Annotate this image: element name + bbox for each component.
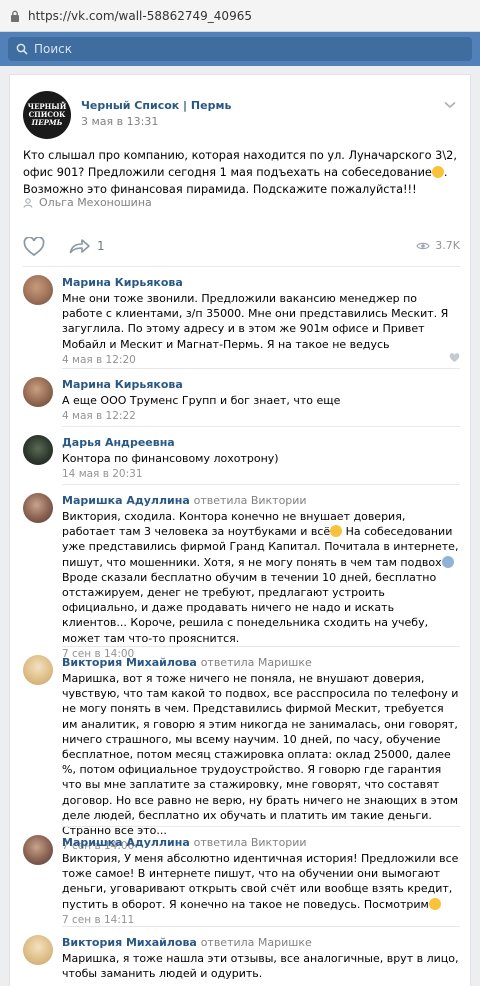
- avatar[interactable]: [23, 935, 53, 965]
- comment-text-part-1: Виктория, У меня абсолютно идентичная ис…: [62, 852, 459, 911]
- comment-item: Виктория Михайлова ответила Маришке Мари…: [23, 935, 460, 986]
- comment-text: Контора по финансовому лохотрону): [62, 452, 279, 465]
- comment-date[interactable]: 4 мая в 12:20: [62, 352, 460, 368]
- post-card: ЧЕРНЫЙ СПИСОК ПЕРМЬ Черный Список | Перм…: [9, 74, 471, 986]
- post-text: Кто слышал про компанию, которая находит…: [23, 147, 463, 198]
- reply-to-link[interactable]: ответила Маришке: [201, 936, 312, 949]
- post-header: ЧЕРНЫЙ СПИСОК ПЕРМЬ Черный Список | Перм…: [23, 91, 460, 141]
- comment-author[interactable]: Марина Кирьякова: [62, 275, 460, 291]
- smile-emoji-icon: [428, 897, 441, 910]
- search-icon: [16, 43, 28, 55]
- comment-body: Дарья Андреевна Контора по финансовому л…: [62, 435, 460, 482]
- comment-text: Маришка, вот я тоже ничего не поняла, не…: [62, 672, 459, 838]
- comment-item: Марина Кирьякова А еще ООО Труменс Групп…: [23, 377, 460, 423]
- smile-emoji-icon: [330, 525, 343, 538]
- avatar[interactable]: [23, 435, 53, 465]
- comment-body: Виктория Михайлова ответила Маришке Мари…: [62, 935, 460, 981]
- post-actions: 1 3.7K: [23, 237, 460, 257]
- logo-line-3: ПЕРМЬ: [31, 118, 63, 127]
- heart-icon[interactable]: [23, 237, 45, 257]
- comment-author[interactable]: Марина Кирьякова: [62, 377, 460, 393]
- comment-body: Виктория Михайлова ответила Маришке Мари…: [62, 655, 460, 854]
- comment-text: Виктория, У меня абсолютно идентичная ис…: [62, 851, 460, 912]
- user-icon: [23, 197, 33, 208]
- browser-url[interactable]: https://vk.com/wall-58862749_40965: [28, 9, 252, 23]
- comment-item: Марина Кирьякова Мне они тоже звонили. П…: [23, 275, 460, 367]
- comment-body: Марина Кирьякова А еще ООО Труменс Групп…: [62, 377, 460, 424]
- smile-emoji-icon: [431, 166, 444, 178]
- comment-author[interactable]: Дарья Андреевна: [62, 435, 460, 451]
- comment-text: А еще ООО Труменс Групп и бог знает, что…: [62, 394, 341, 407]
- eye-icon: [416, 242, 430, 249]
- post-author-name[interactable]: Ольга Мехоношина: [39, 196, 152, 209]
- post-date[interactable]: 3 мая в 13:31: [81, 115, 158, 128]
- comment-item: Маришка Адуллина ответила Виктории Викто…: [23, 493, 460, 660]
- comment-author[interactable]: Виктория Михайлова: [62, 656, 197, 669]
- avatar[interactable]: [23, 655, 53, 685]
- views-counter: 3.7K: [416, 239, 460, 252]
- comment-divider: [62, 368, 460, 369]
- comment-author-line: Виктория Михайлова ответила Маришке: [62, 935, 460, 951]
- avatar[interactable]: [23, 835, 53, 865]
- lock-icon: [11, 10, 19, 22]
- reply-to-link[interactable]: ответила Виктории: [194, 494, 307, 507]
- comment-item: Маришка Адуллина ответила Виктории Викто…: [23, 835, 460, 927]
- comment-date[interactable]: 14 мая в 20:31: [62, 466, 460, 482]
- share-button[interactable]: 1: [69, 238, 105, 254]
- comment-body: Марина Кирьякова Мне они тоже звонили. П…: [62, 275, 460, 368]
- comment-item: Дарья Андреевна Контора по финансовому л…: [23, 435, 460, 481]
- comment-author[interactable]: Маришка Адуллина: [62, 494, 190, 507]
- comment-text: Мне они тоже звонили. Предложили ваканси…: [62, 292, 449, 351]
- actions-divider: [23, 266, 460, 267]
- sweat-emoji-icon: [441, 555, 454, 568]
- avatar[interactable]: [23, 275, 53, 305]
- comment-author-line: Маришка Адуллина ответила Виктории: [62, 835, 460, 851]
- vk-header: Поиск: [0, 32, 480, 66]
- comment-divider: [62, 826, 460, 827]
- comment-body: Маришка Адуллина ответила Виктории Викто…: [62, 835, 460, 928]
- heart-icon[interactable]: [449, 353, 460, 363]
- views-count: 3.7K: [435, 239, 460, 252]
- post-text-part-1: Кто слышал про компанию, которая находит…: [23, 149, 457, 179]
- comment-divider: [62, 926, 460, 927]
- comment-author[interactable]: Виктория Михайлова: [62, 936, 197, 949]
- comment-date[interactable]: 4 мая в 12:22: [62, 408, 460, 424]
- comment-text: Виктория, сходила. Контора конечно не вн…: [62, 509, 460, 646]
- share-icon: [69, 239, 90, 254]
- comment-author-line: Маришка Адуллина ответила Виктории: [62, 493, 460, 509]
- comment-divider: [62, 646, 460, 647]
- comment-author-line: Виктория Михайлова ответила Маришке: [62, 655, 460, 671]
- avatar[interactable]: [23, 493, 53, 523]
- comment-item: Виктория Михайлова ответила Маришке Мари…: [23, 655, 460, 852]
- group-name-link[interactable]: Черный Список | Пермь: [81, 99, 231, 112]
- chevron-down-icon[interactable]: [444, 101, 456, 109]
- browser-address-bar[interactable]: https://vk.com/wall-58862749_40965: [0, 0, 480, 32]
- comment-body: Маришка Адуллина ответила Виктории Викто…: [62, 493, 460, 662]
- comment-divider: [62, 426, 460, 427]
- avatar[interactable]: [23, 377, 53, 407]
- comment-text: Маришка, я тоже нашла эти отзывы, все ан…: [62, 952, 459, 981]
- comment-text-part-3: Вроде сказали бесплатно обучим в течении…: [62, 570, 437, 645]
- reply-to-link[interactable]: ответила Маришке: [201, 656, 312, 669]
- group-avatar[interactable]: ЧЕРНЫЙ СПИСОК ПЕРМЬ: [23, 91, 71, 139]
- search-placeholder: Поиск: [34, 42, 73, 56]
- post-author[interactable]: Ольга Мехоношина: [23, 196, 152, 209]
- reply-to-link[interactable]: ответила Виктории: [194, 836, 307, 849]
- comment-author[interactable]: Маришка Адуллина: [62, 836, 190, 849]
- comment-divider: [62, 484, 460, 485]
- search-input[interactable]: Поиск: [8, 37, 472, 61]
- share-count: 1: [97, 239, 105, 253]
